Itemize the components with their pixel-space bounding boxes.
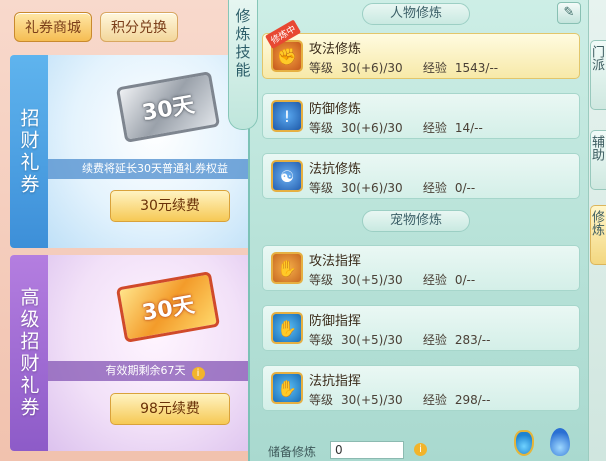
- voucher-note-text: 续费将延长30天普通礼券权益: [82, 162, 228, 175]
- voucher-note: 有效期剩余67天 i: [48, 361, 262, 381]
- skill-row-resist[interactable]: ☯ 法抗修炼 等级 30(+6)/30 经验 0/--: [262, 153, 580, 199]
- paw-attack-icon: ✋: [271, 252, 303, 284]
- exp-value: 14/--: [454, 121, 483, 135]
- shield-icon: !: [271, 100, 303, 132]
- pet-cultivation-header: 宠物修炼: [362, 210, 470, 232]
- skill-row-pet-resist[interactable]: ✋ 法抗指挥 等级 30(+5)/30 经验 298/--: [262, 365, 580, 411]
- voucher-side-label: 高级招财礼券: [10, 255, 48, 451]
- level-label: 等级: [309, 121, 334, 135]
- voucher-note-text: 有效期剩余67天: [105, 364, 186, 377]
- level-label: 等级: [309, 181, 334, 195]
- skill-name: 防御修炼: [309, 102, 362, 117]
- level-value: 30(+5)/30: [341, 333, 403, 347]
- tab-sect[interactable]: 门派: [590, 40, 606, 110]
- info-icon[interactable]: i: [414, 443, 427, 456]
- exp-value: 283/--: [454, 333, 491, 347]
- tab-cultivation-side[interactable]: 修炼: [590, 205, 606, 265]
- edit-icon[interactable]: ✎: [557, 2, 581, 24]
- skill-row-pet-defense[interactable]: ✋ 防御指挥 等级 30(+5)/30 经验 283/--: [262, 305, 580, 351]
- paw-resist-icon: ✋: [271, 372, 303, 404]
- tab-cultivation-skills[interactable]: 修炼技能: [228, 0, 258, 130]
- renew-98-button[interactable]: 98元续费: [110, 393, 230, 425]
- level-label: 等级: [309, 61, 334, 75]
- skill-row-attack[interactable]: ✊ 修炼中 攻法修炼 等级 30(+6)/30 经验 1543/--: [262, 19, 580, 79]
- exp-label: 经验: [422, 121, 447, 135]
- tab-cultivation-label: 修炼技能: [233, 8, 252, 80]
- skill-name: 防御指挥: [309, 314, 362, 329]
- voucher-side-label: 招财礼券: [10, 55, 48, 248]
- tab-assist[interactable]: 辅助: [590, 130, 606, 190]
- blue-flame-icon[interactable]: [550, 428, 570, 456]
- exp-label: 经验: [422, 61, 447, 75]
- info-icon[interactable]: i: [191, 367, 205, 380]
- exp-value: 0/--: [454, 181, 476, 195]
- voucher-note: 续费将延长30天普通礼券权益: [48, 159, 262, 179]
- exp-label: 经验: [422, 273, 447, 287]
- tab-points-exchange[interactable]: 积分兑换: [100, 12, 178, 42]
- skill-name: 法抗指挥: [309, 374, 362, 389]
- exp-value: 0/--: [454, 273, 476, 287]
- level-label: 等级: [309, 273, 334, 287]
- voucher-shop-panel: 礼券商城 积分兑换 招财礼券 30天 续费将延长30天普通礼券权益 30元续费 …: [0, 0, 262, 461]
- potion-icon[interactable]: [514, 430, 534, 456]
- level-value: 30(+5)/30: [341, 393, 403, 407]
- gold-ticket-icon: 30天: [115, 271, 221, 343]
- tab-voucher-mall[interactable]: 礼券商城: [14, 12, 92, 42]
- silver-ticket-icon: 30天: [115, 71, 221, 143]
- skill-name: 攻法修炼: [309, 42, 362, 57]
- voucher-body: 30天 有效期剩余67天 i 98元续费: [48, 255, 262, 451]
- level-value: 30(+5)/30: [341, 273, 403, 287]
- paw-shield-icon: ✋: [271, 312, 303, 344]
- voucher-card-premium: 高级招财礼券 30天 有效期剩余67天 i 98元续费: [10, 255, 262, 451]
- voucher-card-basic: 招财礼券 30天 续费将延长30天普通礼券权益 30元续费: [10, 55, 262, 248]
- reserve-value-field: 0: [330, 441, 404, 459]
- skill-stats: 等级 30(+5)/30 经验 0/--: [309, 271, 475, 288]
- skill-stats: 等级 30(+6)/30 经验 0/--: [309, 179, 475, 196]
- player-cultivation-header: 人物修炼: [362, 3, 470, 25]
- level-value: 30(+6)/30: [341, 181, 403, 195]
- yin-yang-icon: ☯: [271, 160, 303, 192]
- level-label: 等级: [309, 393, 334, 407]
- skill-name: 攻法指挥: [309, 254, 362, 269]
- skill-stats: 等级 30(+6)/30 经验 14/--: [309, 119, 483, 136]
- skill-stats: 等级 30(+5)/30 经验 283/--: [309, 331, 490, 348]
- level-value: 30(+6)/30: [341, 121, 403, 135]
- skill-stats: 等级 30(+6)/30 经验 1543/--: [309, 59, 498, 76]
- exp-label: 经验: [422, 393, 447, 407]
- shop-tab-bar: 礼券商城 积分兑换: [14, 12, 178, 42]
- exp-value: 1543/--: [454, 61, 499, 75]
- skill-stats: 等级 30(+5)/30 经验 298/--: [309, 391, 490, 408]
- exp-label: 经验: [422, 181, 447, 195]
- reserve-footer: 储备修炼 0 i: [262, 428, 580, 461]
- exp-label: 经验: [422, 333, 447, 347]
- level-value: 30(+6)/30: [341, 61, 403, 75]
- skill-row-pet-attack[interactable]: ✋ 攻法指挥 等级 30(+5)/30 经验 0/--: [262, 245, 580, 291]
- skill-row-defense[interactable]: ! 防御修炼 等级 30(+6)/30 经验 14/--: [262, 93, 580, 139]
- level-label: 等级: [309, 333, 334, 347]
- renew-30-button[interactable]: 30元续费: [110, 190, 230, 222]
- skill-name: 法抗修炼: [309, 162, 362, 177]
- exp-value: 298/--: [454, 393, 491, 407]
- reserve-label: 储备修炼: [268, 445, 317, 459]
